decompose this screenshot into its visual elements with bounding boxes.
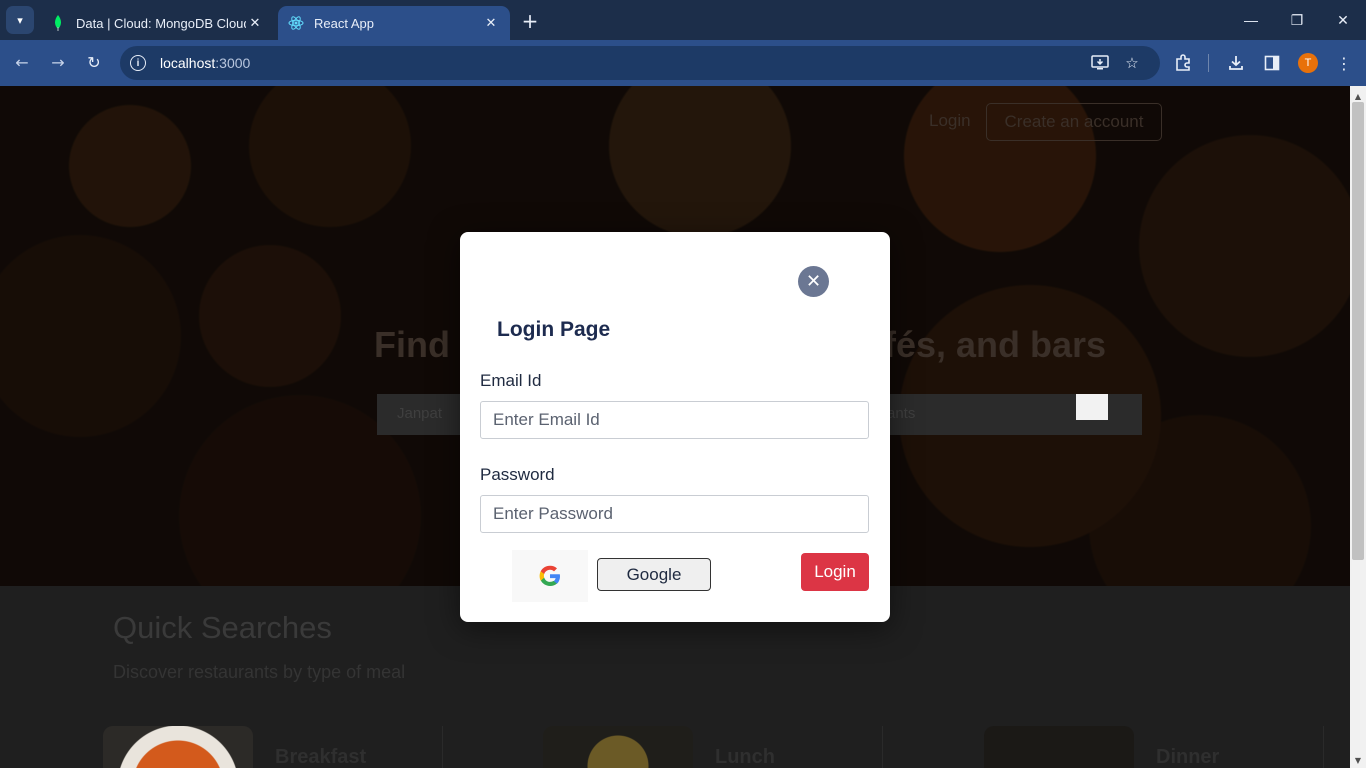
url-text: localhost:3000 [160, 55, 251, 71]
meal-card-dinner[interactable]: Dinner [984, 726, 1324, 768]
reload-icon[interactable]: ↻ [80, 48, 108, 76]
header-login-link[interactable]: Login [929, 111, 971, 131]
toolbar-divider [1208, 54, 1209, 72]
meal-card-lunch[interactable]: Lunch [543, 726, 883, 768]
tab-title: React App [314, 15, 374, 31]
close-tab-icon[interactable]: ✕ [482, 14, 500, 32]
quick-searches-title: Quick Searches [113, 610, 332, 645]
password-label: Password [480, 465, 555, 484]
profile-avatar[interactable]: T [1298, 53, 1318, 73]
google-signin-button[interactable]: Google [597, 558, 711, 591]
install-app-icon[interactable] [1090, 53, 1110, 73]
address-bar[interactable]: i localhost:3000 ☆ [120, 46, 1160, 80]
site-info-icon[interactable]: i [130, 55, 146, 71]
tab-search-menu-button[interactable]: ▾ [6, 6, 34, 34]
new-tab-button[interactable]: + [518, 9, 542, 33]
close-tab-icon[interactable]: ✕ [246, 14, 264, 32]
meal-thumbnail [984, 726, 1134, 768]
downloads-icon[interactable] [1225, 52, 1247, 74]
scroll-down-arrow-icon[interactable]: ▼ [1350, 752, 1366, 768]
meal-name: Breakfast [275, 746, 367, 768]
meal-card-breakfast[interactable]: Breakfast [103, 726, 443, 768]
password-input[interactable] [480, 495, 869, 533]
meal-thumbnail [103, 726, 253, 768]
browser-menu-kebab-icon[interactable]: ⋮ [1333, 52, 1355, 74]
extensions-puzzle-icon[interactable] [1172, 52, 1194, 74]
browser-tab-react-app[interactable]: React App ✕ [278, 6, 510, 40]
login-submit-button[interactable]: Login [801, 553, 869, 591]
restore-window-icon[interactable]: ❐ [1274, 0, 1320, 40]
google-logo-icon[interactable] [512, 550, 588, 602]
browser-tab-mongodb[interactable]: Data | Cloud: MongoDB Cloud ✕ [40, 6, 274, 40]
hero-heading: Find fés, and bars [374, 324, 1107, 365]
login-modal: ✕ Login Page Email Id Password Google Lo… [460, 232, 890, 622]
react-icon [288, 15, 304, 31]
minimize-window-icon[interactable]: — [1228, 0, 1274, 40]
back-arrow-icon[interactable]: ← [8, 48, 36, 76]
search-bar-square [1076, 394, 1108, 420]
forward-arrow-icon[interactable]: → [44, 48, 72, 76]
close-icon: ✕ [805, 271, 822, 292]
browser-toolbar: ← → ↻ i localhost:3000 ☆ ⋮ [0, 40, 1366, 86]
quick-searches-subtitle: Discover restaurants by type of meal [113, 662, 406, 682]
modal-title: Login Page [497, 318, 611, 341]
bookmark-star-icon[interactable]: ☆ [1122, 53, 1142, 73]
close-modal-button[interactable]: ✕ [798, 266, 829, 297]
tab-title: Data | Cloud: MongoDB Cloud [76, 15, 246, 31]
email-input[interactable] [480, 401, 869, 439]
mongodb-leaf-icon [50, 15, 66, 31]
side-panel-icon[interactable] [1261, 52, 1283, 74]
close-window-icon[interactable]: ✕ [1320, 0, 1366, 40]
meal-thumbnail [543, 726, 693, 768]
restaurant-search-text[interactable]: ants [887, 405, 915, 422]
browser-tab-strip: ▾ Data | Cloud: MongoDB Cloud ✕ React Ap… [0, 0, 1366, 40]
meal-name: Dinner [1156, 746, 1220, 768]
email-label: Email Id [480, 371, 542, 390]
meal-name: Lunch [715, 746, 775, 768]
header-create-account-button[interactable]: Create an account [986, 103, 1162, 141]
scrollbar-thumb[interactable] [1352, 102, 1364, 560]
location-select-text[interactable]: Janpat [397, 405, 442, 422]
